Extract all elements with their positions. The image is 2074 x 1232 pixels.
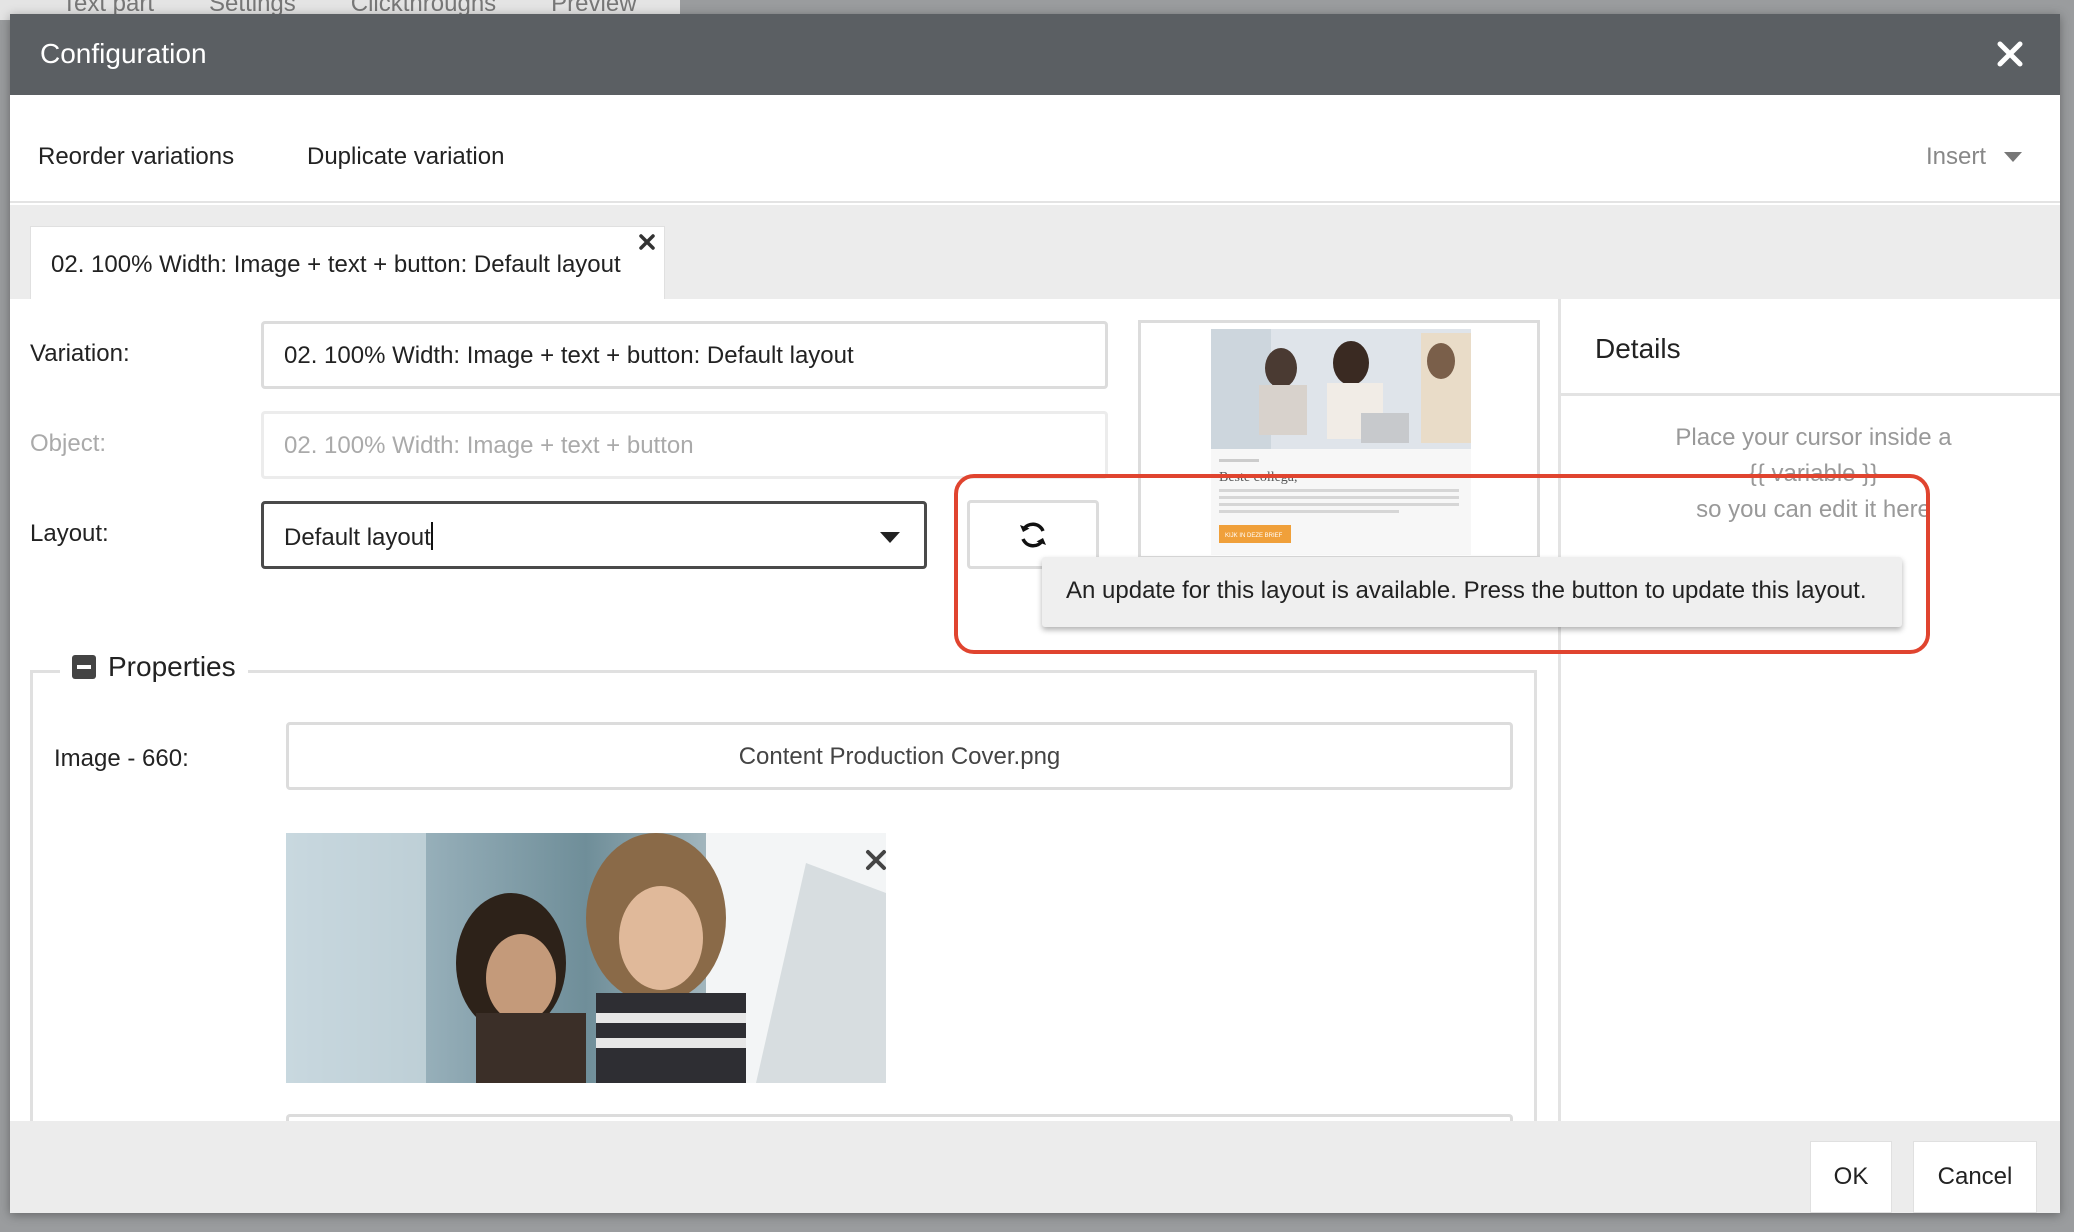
- details-help-line2: {{ variable }}: [1748, 460, 1879, 487]
- tab-variation[interactable]: 02. 100% Width: Image + text + button: D…: [30, 226, 665, 299]
- layout-label: Layout:: [30, 520, 109, 547]
- layout-select[interactable]: Default layout: [261, 501, 927, 569]
- reorder-variations-button[interactable]: Reorder variations: [38, 143, 234, 171]
- variation-field[interactable]: 02. 100% Width: Image + text + button: D…: [261, 321, 1108, 389]
- details-title: Details: [1561, 299, 2060, 396]
- close-icon[interactable]: [1988, 32, 2032, 76]
- details-panel: Details Place your cursor inside a {{ va…: [1558, 299, 2060, 1121]
- chevron-down-icon: [880, 532, 900, 543]
- variation-form: Variation: 02. 100% Width: Image + text …: [10, 299, 1558, 1140]
- remove-image-icon[interactable]: [863, 847, 889, 873]
- tab-variation-label: 02. 100% Width: Image + text + button: D…: [51, 251, 621, 278]
- configuration-dialog: Configuration Reorder variations Duplica…: [10, 14, 2060, 1213]
- properties-legend: Properties: [60, 651, 248, 683]
- image-file-field[interactable]: Content Production Cover.png: [286, 722, 1513, 790]
- layout-preview-thumbnail: Beste collega, KIJK IN DEZE BRIEF: [1138, 320, 1540, 559]
- refresh-icon: [1020, 522, 1046, 547]
- properties-title: Properties: [108, 651, 236, 682]
- details-help-line3: so you can edit it here: [1696, 496, 1931, 523]
- object-label: Object:: [30, 430, 107, 457]
- dialog-footer: OK Cancel: [10, 1121, 2060, 1213]
- text-cursor: [430, 522, 433, 550]
- variation-label: Variation:: [30, 340, 130, 367]
- cancel-button[interactable]: Cancel: [1913, 1141, 2037, 1213]
- insert-dropdown[interactable]: Insert: [1926, 143, 2022, 171]
- image-label: Image - 660:: [54, 745, 189, 772]
- layout-select-value: Default layout: [284, 524, 431, 551]
- collapse-icon[interactable]: [72, 655, 96, 679]
- ok-button[interactable]: OK: [1810, 1141, 1892, 1213]
- details-help-text: Place your cursor inside a {{ variable }…: [1561, 420, 2060, 528]
- dialog-titlebar: Configuration: [10, 14, 2060, 95]
- dialog-title: Configuration: [40, 38, 207, 69]
- update-layout-tooltip: An update for this layout is available. …: [1042, 557, 1902, 627]
- object-field: 02. 100% Width: Image + text + button: [261, 411, 1108, 479]
- dialog-toolbar: Reorder variations Duplicate variation I…: [10, 95, 2060, 203]
- close-tab-icon[interactable]: [636, 231, 658, 253]
- image-preview: [286, 833, 886, 1083]
- preview-heading: Beste collega,: [1219, 470, 1298, 485]
- duplicate-variation-button[interactable]: Duplicate variation: [307, 143, 504, 171]
- insert-label: Insert: [1925, 143, 1986, 170]
- details-help-line1: Place your cursor inside a: [1675, 424, 1952, 451]
- chevron-down-icon: [2004, 152, 2022, 162]
- preview-button-text: KIJK IN DEZE BRIEF: [1225, 533, 1283, 539]
- variation-tabstrip: 02. 100% Width: Image + text + button: D…: [10, 205, 2060, 299]
